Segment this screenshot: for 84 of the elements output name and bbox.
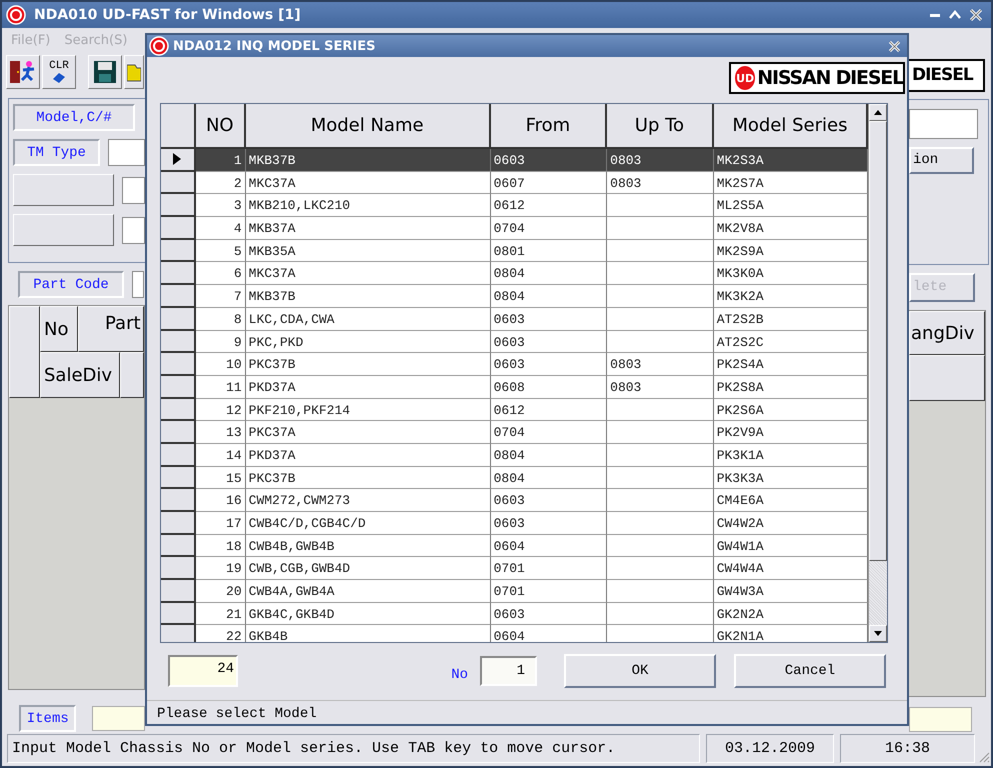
tm-type-field[interactable]	[108, 139, 145, 166]
exit-button[interactable]	[6, 55, 40, 89]
blank-button[interactable]	[13, 214, 114, 246]
blank-button[interactable]	[13, 174, 114, 206]
eraser-icon	[51, 72, 67, 84]
table-row[interactable]: 14 PKD37A 0804 PK3K1A	[161, 444, 868, 467]
table-row[interactable]: 22 GKB4B 0604 GK2N1A	[161, 625, 868, 642]
table-row[interactable]: 20 CWB4A,GWB4A 0701 GW4W3A	[161, 580, 868, 603]
scrollbar[interactable]	[868, 104, 887, 642]
ok-button[interactable]: OK	[564, 654, 716, 688]
status-date: 03.12.2009	[706, 734, 834, 762]
scroll-thumb[interactable]	[869, 121, 887, 561]
no-input-field[interactable]: 1	[480, 656, 537, 686]
open-button[interactable]	[124, 55, 144, 89]
part-code-label: Part Code	[18, 271, 124, 298]
input-field[interactable]	[122, 176, 145, 204]
save-button[interactable]	[88, 55, 122, 89]
table-row[interactable]: 12 PKF210,PKF214 0612 PK2S6A	[161, 398, 868, 422]
table-cell: MK2S3A	[714, 149, 868, 172]
table-row[interactable]: 13 PKC37A 0704 PK2V9A	[161, 421, 868, 444]
close-icon[interactable]	[888, 40, 901, 52]
tm-type-label: TM Type	[13, 139, 100, 166]
status-message: Input Model Chassis No or Model series. Use TAB key to move cursor.	[7, 734, 700, 762]
column-header[interactable]: From	[490, 104, 608, 149]
app-logo-icon	[6, 5, 26, 25]
grid-header-cell: No	[40, 306, 78, 352]
column-header[interactable]: Model Name	[246, 104, 491, 149]
table-row[interactable]: 18 CWB4B,GWB4B 0604 GW4W1A	[161, 534, 868, 558]
table-row[interactable]: 1 MKB37B 0603 0803 MK2S3A	[161, 149, 868, 172]
table-cell: MKB37B	[246, 149, 491, 172]
table-row[interactable]: 15 PKC37B 0804 PK3K3A	[161, 466, 868, 490]
close-icon[interactable]	[969, 8, 983, 22]
table-row[interactable]: 6 MKC37A 0804 MK3K0A	[161, 262, 868, 286]
row-pointer-icon	[173, 153, 182, 166]
row-header-cell	[161, 104, 196, 149]
table-cell: 0603	[490, 149, 608, 172]
scroll-down-icon[interactable]	[874, 631, 882, 636]
table-row[interactable]: 19 CWB,CGB,GWB4D 0701 CW4W4A	[161, 557, 868, 580]
items-label: Items	[19, 705, 76, 732]
table-row[interactable]: 16 CWM272,CWM273 0603 CM4E6A	[161, 489, 868, 512]
status-time: 16:38	[840, 734, 975, 762]
window-title: NDA010 UD-FAST for Windows [1]	[34, 7, 301, 23]
model-label: Model,C/#	[13, 104, 135, 131]
table-cell: 0604	[490, 625, 608, 642]
table-row[interactable]: 4 MKB37A 0704 MK2V8A	[161, 217, 868, 240]
table-row[interactable]: 5 MKB35A 0801 MK2S9A	[161, 240, 868, 262]
part-code-field[interactable]	[132, 271, 144, 298]
input-field[interactable]	[909, 707, 972, 732]
grid-header-cell: Part	[78, 306, 144, 352]
table-row[interactable]: 3 MKB210,LKC210 0612 ML2S5A	[161, 194, 868, 218]
table-row[interactable]: 2 MKC37A 0607 0803 MK2S7A	[161, 172, 868, 194]
grid-header-cell: SaleDiv	[40, 352, 120, 398]
column-header[interactable]: NO	[196, 104, 246, 149]
table-cell: 1	[196, 149, 246, 172]
grid-header-cell: angDiv	[909, 311, 985, 356]
column-header[interactable]: Up To	[607, 104, 714, 149]
table-row[interactable]: 21 GKB4C,GKB4D 0603 GK2N2A	[161, 602, 868, 626]
cancel-button[interactable]: Cancel	[734, 654, 886, 688]
input-field[interactable]	[122, 216, 145, 244]
table-row[interactable]: 9 PKC,PKD 0603 AT2S2C	[161, 330, 868, 354]
dialog-title: NDA012 INQ MODEL SERIES	[173, 38, 376, 54]
table-row[interactable]: 8 LKC,CDA,CWA 0603 AT2S2B	[161, 308, 868, 330]
input-field[interactable]	[909, 108, 978, 139]
scroll-up-icon[interactable]	[874, 110, 882, 115]
app-logo-icon	[149, 36, 169, 56]
maximize-icon[interactable]	[949, 9, 961, 21]
table-cell: 0803	[607, 149, 714, 172]
table-row[interactable]: 11 PKD37A 0608 0803 PK2S8A	[161, 376, 868, 399]
table-cell: GKB4B	[246, 625, 491, 642]
dialog-status-message: Please select Model	[147, 700, 907, 722]
column-header[interactable]: Model Series	[714, 104, 868, 149]
action-button[interactable]: ion	[909, 146, 974, 174]
table-cell: 22	[196, 625, 246, 642]
table-row[interactable]: 10 PKC37B 0603 0803 PK2S4A	[161, 353, 868, 376]
clear-button[interactable]: CLR	[42, 55, 76, 89]
count-field: 24	[168, 655, 238, 687]
logo-text: NISSAN DIESEL	[757, 67, 903, 89]
logo-text: DIESEL	[909, 59, 985, 92]
table-row[interactable]: 17 CWB4C/D,CGB4C/D 0603 CW4W2A	[161, 512, 868, 535]
table-row[interactable]: 7 MKB37B 0804 MK3K2A	[161, 285, 868, 308]
no-label: No	[451, 667, 468, 683]
resize-grip-icon[interactable]	[978, 751, 990, 763]
items-field[interactable]	[92, 706, 145, 731]
logo-badge: UD	[735, 66, 756, 90]
